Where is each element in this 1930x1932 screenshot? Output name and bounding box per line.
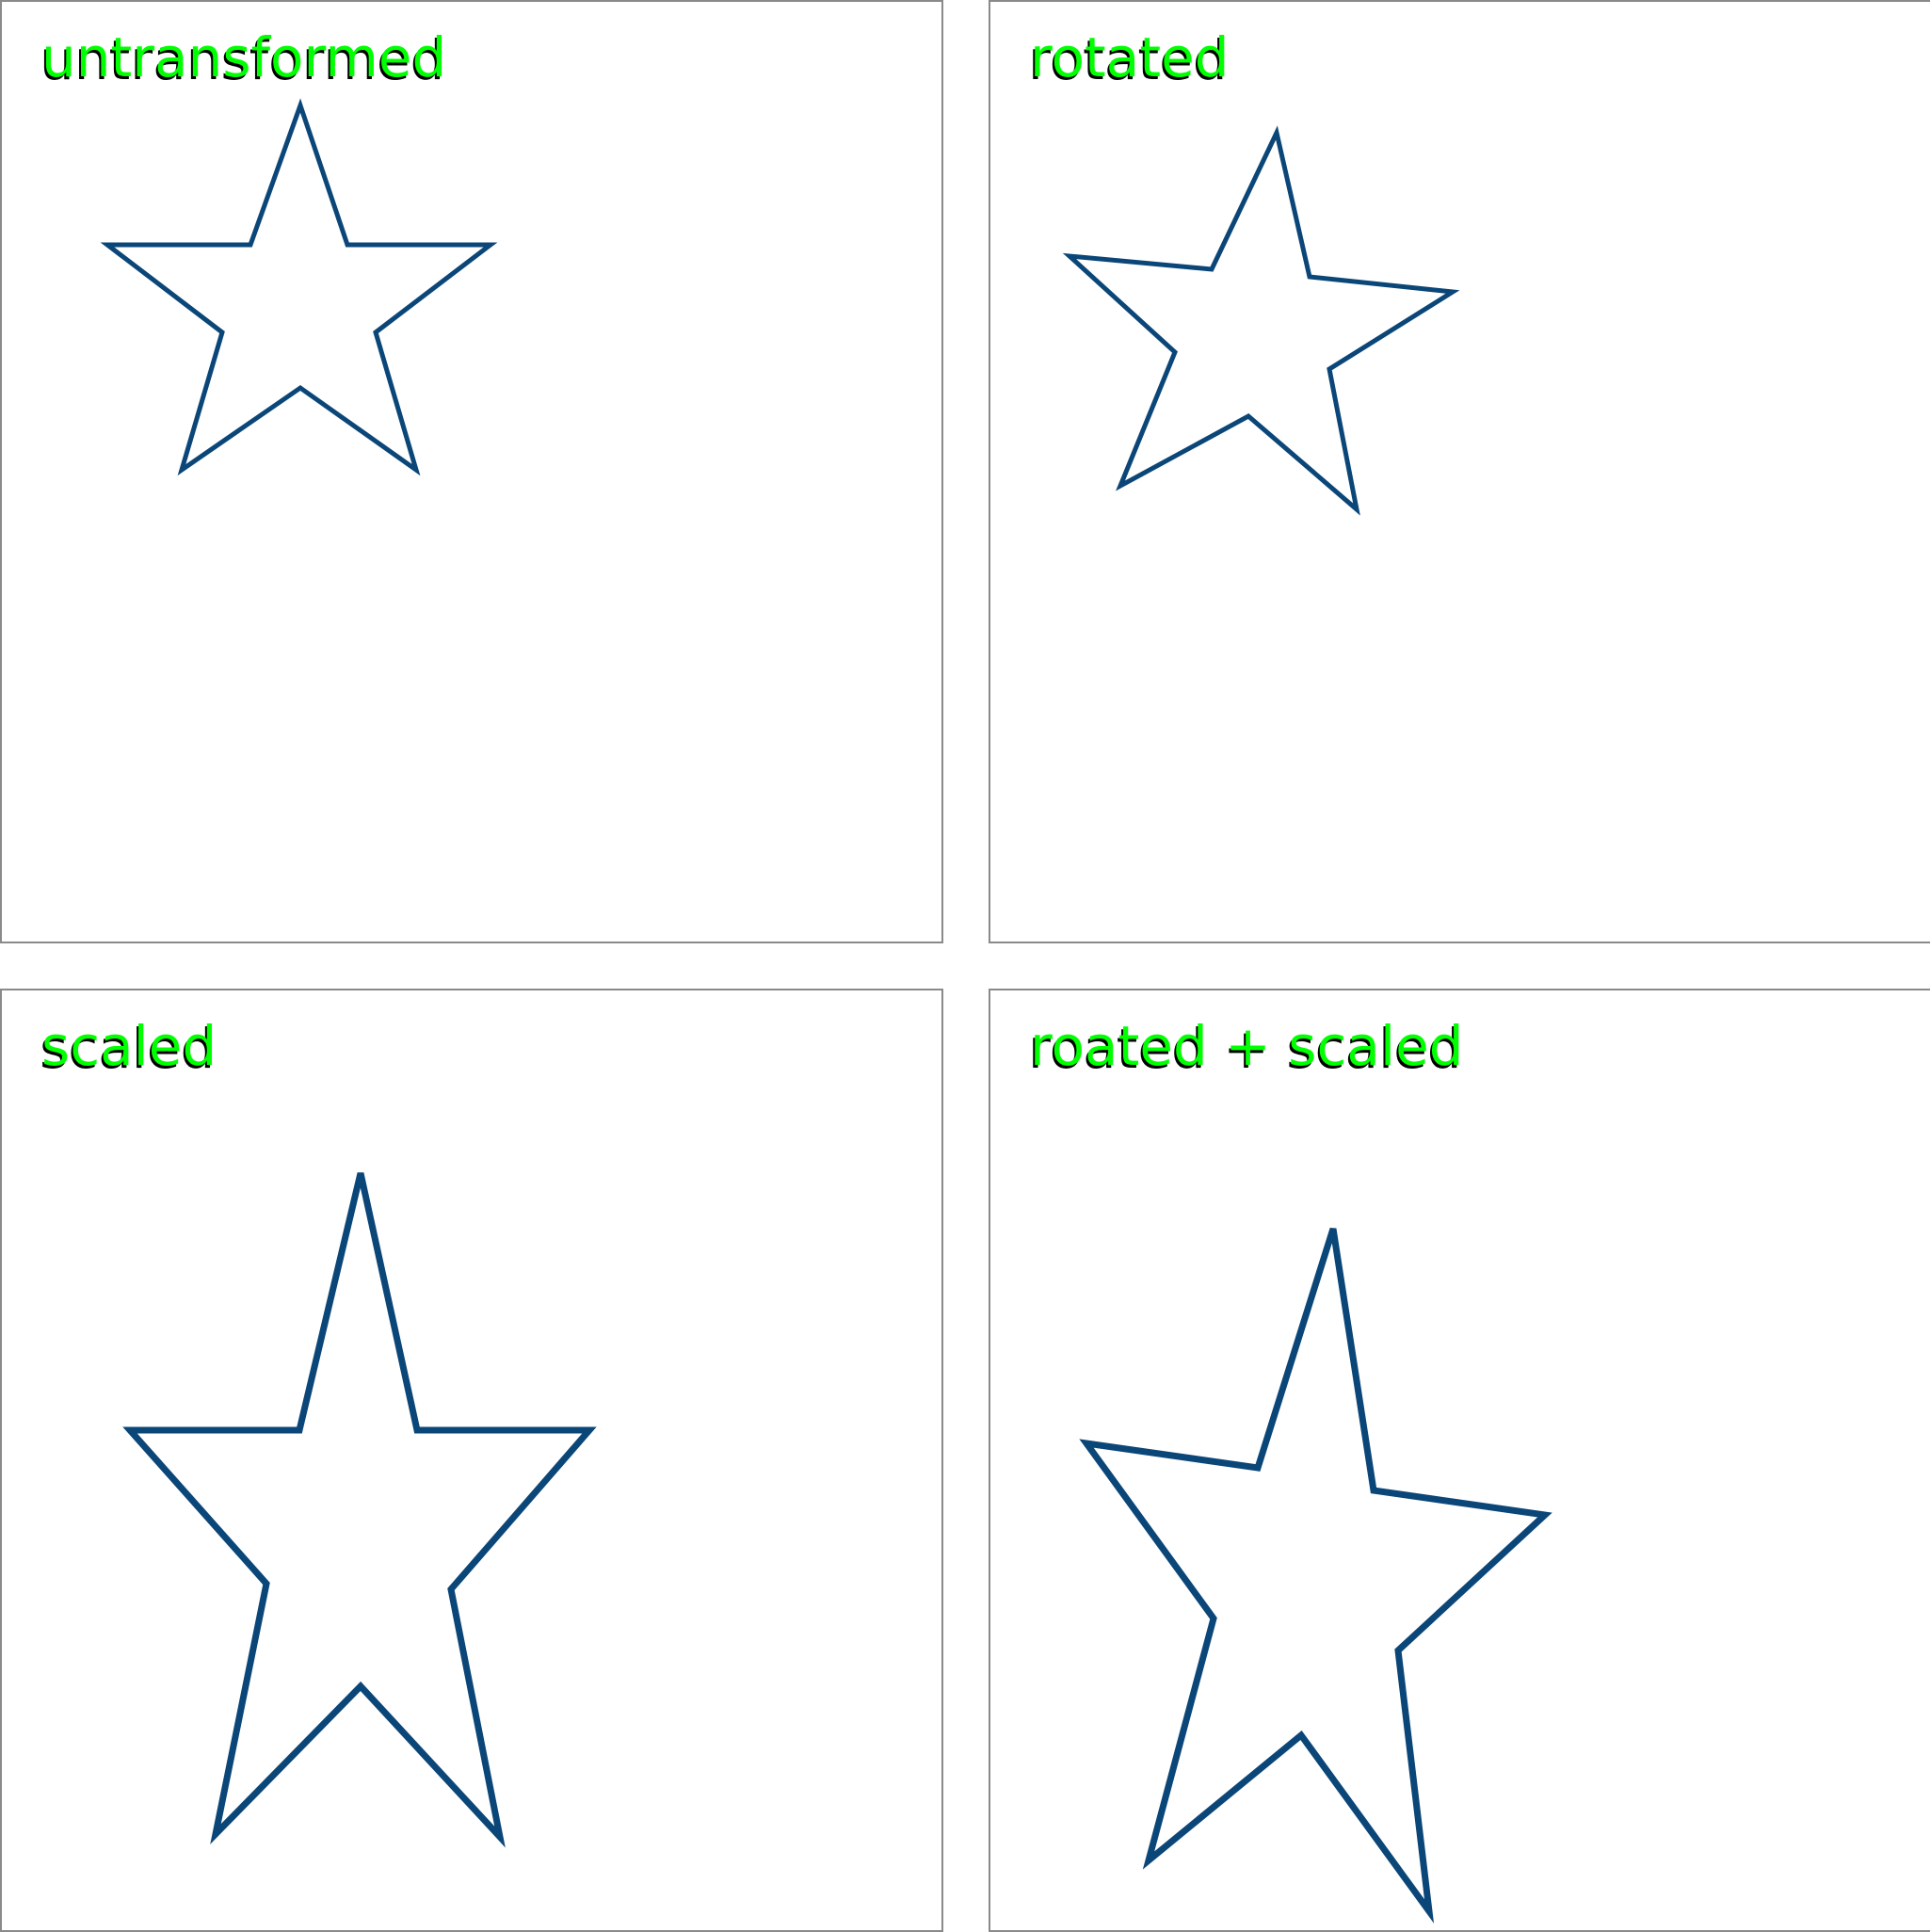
star-canvas [122,1172,597,1848]
panel-rotated-scaled: roated + scaled [989,989,1930,1932]
star-icon [1079,1227,1552,1924]
star-icon [1062,125,1460,516]
panel-untransformed: untransformed [0,0,943,943]
panel-rotated: rotated [989,0,1930,943]
star-canvas [1062,125,1460,516]
star-canvas [100,98,498,476]
panel-scaled: scaled [0,989,943,1932]
star-icon [122,1172,597,1848]
star-icon [100,98,498,476]
star-canvas [1079,1227,1552,1924]
